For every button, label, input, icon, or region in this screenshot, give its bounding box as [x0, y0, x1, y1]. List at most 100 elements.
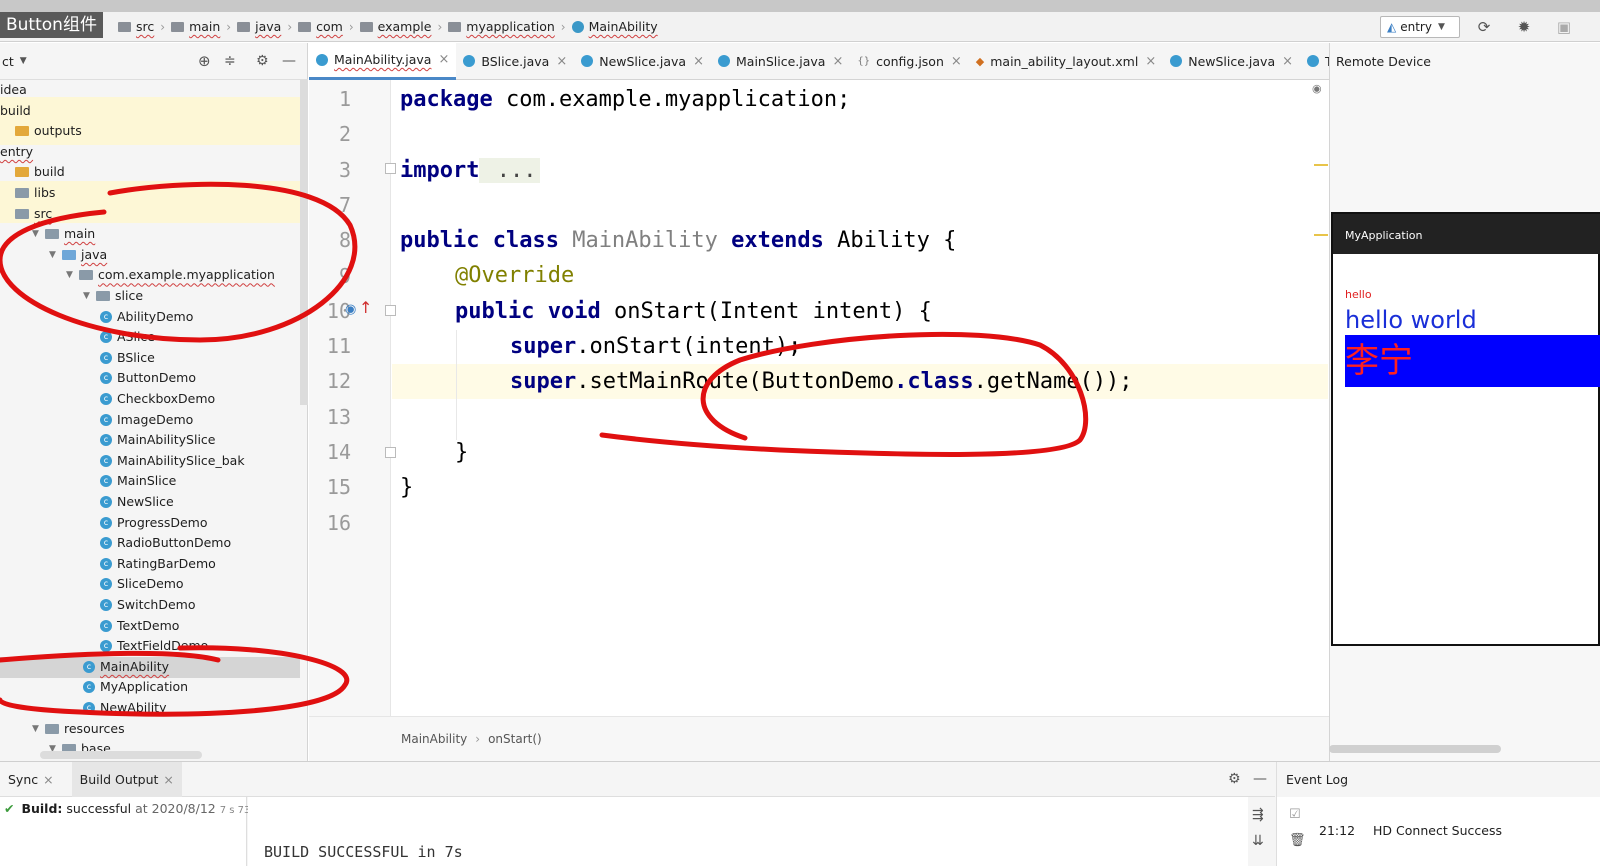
run-config-dropdown[interactable]: ◭ entry ▼ — [1380, 16, 1460, 38]
tree-item-class[interactable]: c ImageDemo — [100, 410, 193, 430]
tree-item-class[interactable]: c ButtonDemo — [100, 368, 196, 388]
tree-item-class[interactable]: c RatingBarDemo — [100, 554, 216, 574]
tree-item-class[interactable]: c MyApplication — [83, 677, 188, 697]
mark-read-icon[interactable]: ☑ — [1289, 807, 1301, 822]
close-icon[interactable]: × — [1282, 54, 1293, 69]
breadcrumb-mainability[interactable]: MainAbility — [571, 19, 658, 34]
tree-scrollbar[interactable] — [300, 80, 308, 405]
folder-icon — [79, 270, 93, 281]
tree-item-folder[interactable]: outputs — [15, 121, 82, 141]
locate-icon[interactable]: ⊕ — [198, 52, 211, 70]
expand-arrow-icon[interactable]: ▼ — [32, 719, 40, 739]
breadcrumb-src[interactable]: src — [118, 19, 154, 34]
tree-item-class[interactable]: c RadioButtonDemo — [100, 533, 231, 553]
tree-item-folder[interactable]: entry — [0, 142, 33, 162]
editor-tab[interactable]: BSlice.java × — [456, 43, 574, 80]
sync-icon[interactable]: ⟳ — [1475, 18, 1493, 36]
build-status-row[interactable]: ✔ Build: successful at 2020/8/12 7 s 738… — [4, 801, 275, 816]
expand-arrow-icon[interactable]: ▼ — [49, 245, 57, 265]
tree-item-folder[interactable]: ▼ com.example.myapplication — [66, 265, 275, 285]
tree-item-class[interactable]: c SliceDemo — [100, 574, 184, 594]
tree-item-class[interactable]: c MainAbilitySlice_bak — [100, 451, 245, 471]
tree-item-class[interactable]: c NewAbility — [83, 698, 166, 718]
editor-tab[interactable]: MainSlice.java × — [711, 43, 850, 80]
tree-item-class[interactable]: c BSlice — [100, 348, 155, 368]
tree-item-folder[interactable]: src — [15, 204, 52, 224]
close-icon[interactable]: × — [163, 772, 173, 787]
chevron-down-icon[interactable]: ▼ — [20, 56, 27, 66]
tree-item-folder[interactable]: ▼ resources — [32, 719, 125, 739]
arrow-up-icon[interactable]: ↑ — [359, 298, 372, 317]
folded-imports[interactable]: ... — [479, 158, 541, 183]
tree-item-folder[interactable]: ▼ main — [32, 224, 95, 244]
tree-item-folder[interactable]: build — [15, 162, 65, 182]
expand-arrow-icon[interactable]: ▼ — [83, 286, 91, 306]
tree-item-folder[interactable]: build — [0, 101, 31, 121]
breadcrumb-java[interactable]: java — [237, 19, 281, 34]
editor-tab[interactable]: ◆ main_ability_layout.xml × — [969, 43, 1163, 80]
editor-tab-label: MainSlice.java — [736, 53, 826, 69]
tree-item-folder[interactable]: libs — [15, 183, 55, 203]
eye-icon[interactable]: ◉ — [1312, 82, 1322, 95]
tree-item-class[interactable]: c NewSlice — [100, 492, 174, 512]
trash-icon[interactable]: 🗑 — [1289, 833, 1306, 848]
device-button[interactable]: 李宁 — [1345, 335, 1600, 387]
close-icon[interactable]: × — [43, 772, 53, 787]
minimize-icon[interactable]: — — [1253, 771, 1267, 787]
close-icon[interactable]: × — [693, 54, 704, 69]
close-icon[interactable]: × — [832, 54, 843, 69]
class-icon: c — [100, 640, 112, 653]
soft-wrap-icon[interactable]: ⇶ — [1252, 807, 1264, 823]
remote-horizontal-scrollbar[interactable] — [1329, 745, 1501, 753]
debug-bug-icon[interactable]: ✹ — [1515, 18, 1533, 36]
breadcrumb-myapplication[interactable]: myapplication — [448, 19, 555, 34]
close-icon[interactable]: × — [438, 52, 449, 67]
tree-item-class[interactable]: c TextDemo — [100, 616, 179, 636]
gear-icon[interactable]: ⚙ — [256, 53, 269, 69]
override-marker-icon[interactable]: ◉ — [345, 302, 356, 317]
class-icon: c — [100, 372, 112, 385]
tree-item-class[interactable]: c CheckboxDemo — [100, 389, 215, 409]
close-icon[interactable]: × — [556, 54, 567, 69]
breadcrumb-main[interactable]: main — [171, 19, 220, 34]
code-editor[interactable]: package com.example.myapplication; impor… — [392, 80, 1328, 716]
tab-build-output[interactable]: Build Output × — [71, 761, 182, 797]
scroll-to-end-icon[interactable]: ⇊ — [1252, 833, 1264, 849]
editor-tab[interactable]: NewSlice.java × — [574, 43, 711, 80]
breadcrumb-example[interactable]: example — [359, 19, 431, 34]
tree-item-folder[interactable]: ▼ slice — [83, 286, 143, 306]
code-breadcrumb-method[interactable]: onStart() — [488, 732, 542, 746]
editor-tab[interactable]: {} config.json × — [850, 43, 968, 80]
gear-icon[interactable]: ⚙ — [1228, 771, 1241, 787]
code-breadcrumb-class[interactable]: MainAbility — [401, 732, 467, 746]
editor-tab[interactable]: NewSlice.java × — [1163, 43, 1300, 80]
tree-item-folder[interactable]: ▼ java — [49, 245, 107, 265]
event-log-entry: 21:12 HD Connect Success — [1319, 823, 1503, 838]
tree-item-class[interactable]: c ASlice — [100, 327, 155, 347]
collapse-all-icon[interactable]: ≑ — [224, 53, 236, 69]
expand-arrow-icon[interactable]: ▼ — [66, 265, 74, 285]
project-view-selector[interactable]: ct — [2, 54, 14, 69]
tree-horizontal-scrollbar[interactable] — [40, 751, 202, 759]
warning-stripe[interactable] — [1314, 234, 1328, 236]
warning-stripe[interactable] — [1314, 164, 1328, 166]
tree-item-class[interactable]: c TextFieldDemo — [100, 636, 208, 656]
device-manager-icon[interactable]: ▣ — [1555, 18, 1573, 36]
tree-item-class[interactable]: c MainAbilitySlice — [100, 430, 216, 450]
tree-item-class[interactable]: c ProgressDemo — [100, 513, 208, 533]
close-icon[interactable]: × — [951, 54, 962, 69]
editor-tab[interactable]: MainAbility.java × — [309, 42, 457, 80]
tree-item-class[interactable]: c AbilityDemo — [100, 307, 193, 327]
device-screen[interactable]: MyApplication hello hello world 李宁 — [1331, 212, 1600, 646]
minimize-icon[interactable]: — — [282, 53, 296, 69]
expand-arrow-icon[interactable]: ▼ — [32, 224, 40, 244]
tree-item-class[interactable]: c SwitchDemo — [100, 595, 195, 615]
tree-item-class[interactable]: c MainSlice — [100, 471, 176, 491]
close-icon[interactable]: × — [1145, 54, 1156, 69]
tree-item-label: slice — [115, 288, 144, 303]
tree-item-class[interactable]: c MainAbility — [83, 657, 169, 677]
tree-item-folder[interactable]: idea — [0, 80, 27, 100]
tab-sync[interactable]: Sync × — [0, 762, 62, 797]
breadcrumb-com[interactable]: com — [298, 19, 343, 34]
build-output-console[interactable]: BUILD SUCCESSFUL in 7s ⇶ ⇊ — [248, 797, 1264, 866]
